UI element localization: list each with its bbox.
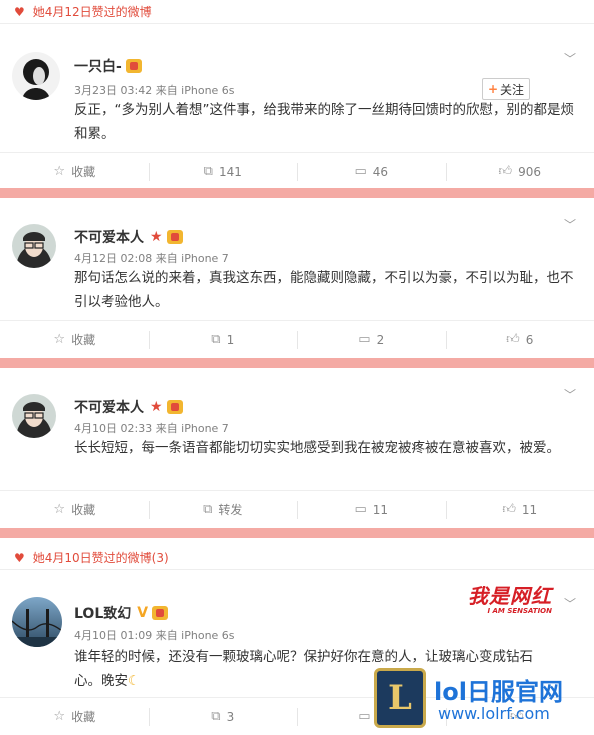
section-header-apr10: ♥ 她4月10日赞过的微博(3) (0, 546, 594, 570)
thumb-up-icon: 👍︎ (502, 502, 516, 517)
heart-icon: ♥ (14, 550, 25, 565)
user-name-text[interactable]: 不可爱本人 (74, 397, 144, 417)
post-actions: ☆ 收藏 ⧉ 转发 ▭ 11 👍︎ 11 (0, 490, 594, 528)
like-button[interactable]: 👍︎ 6 (445, 321, 594, 358)
like-count: 906 (518, 164, 541, 179)
lol-site-url: www.lolrf.com (438, 704, 550, 723)
star-outline-icon: ☆ (53, 332, 66, 347)
like-count: 11 (521, 502, 538, 517)
wanghong-text: 我是网红 (468, 584, 552, 608)
repost-button[interactable]: ⧉ 3 (148, 698, 298, 735)
vip-badge-icon (166, 400, 183, 414)
collect-label: 收藏 (71, 710, 96, 724)
share-icon: ⧉ (211, 332, 221, 347)
post-text: 那句话怎么说的来着，真我这东西，能隐藏则隐藏，不引以为豪，不引以为耻，也不引以考… (74, 270, 574, 310)
collect-label: 收藏 (71, 333, 96, 347)
post-meta: 4月12日 02:08 来自 iPhone 7 (74, 252, 229, 265)
repost-button[interactable]: ⧉ 转发 (148, 491, 298, 528)
like-button[interactable]: 👍︎ 906 (445, 153, 594, 190)
comment-icon: ▭ (354, 502, 367, 517)
user-name-text[interactable]: 不可爱本人 (74, 227, 144, 247)
comment-count: 46 (372, 164, 389, 179)
post-actions: ☆ 收藏 ⧉ 141 ▭ 46 👍︎ 906 (0, 152, 594, 190)
vip-badge-icon (152, 606, 169, 620)
lol-site-title: lol日服官网 (434, 678, 563, 706)
moon-emoji-icon: ☾ (128, 673, 141, 689)
collect-label: 收藏 (71, 503, 96, 517)
thumb-up-icon: 👍︎ (498, 164, 513, 179)
comment-button[interactable]: ▭ 46 (297, 153, 446, 190)
heart-icon: ♥ (14, 4, 25, 19)
plus-icon: + (487, 82, 499, 96)
star-outline-icon: ☆ (53, 709, 66, 724)
chevron-down-icon[interactable]: ﹀ (564, 595, 576, 612)
wanghong-subtext: I AM SENSATION (487, 607, 552, 615)
follow-label: 关注 (500, 82, 525, 97)
collect-button[interactable]: ☆ 收藏 (0, 321, 149, 358)
comment-icon: ▭ (354, 164, 367, 179)
follow-button[interactable]: + 关注 (482, 78, 530, 100)
repost-count: 141 (218, 164, 242, 179)
post-card: 一只白- 3月23日 03:42 来自 iPhone 6s + 关注 ﹀ 反正，… (0, 26, 594, 188)
star-badge-icon: ★ (150, 399, 163, 415)
comment-button[interactable]: ▭ 11 (297, 491, 446, 528)
post-card: 不可爱本人 ★ 4月10日 02:33 来自 iPhone 7 ﹀ 长长短短，每… (0, 368, 594, 528)
post-card: 不可爱本人 ★ 4月12日 02:08 来自 iPhone 7 ﹀ 那句话怎么说… (0, 198, 594, 358)
user-name-text[interactable]: 一只白- (74, 56, 122, 76)
post-text: 长长短短，每一条语音都能切切实实地感受到我在被宠被疼被在意被喜欢，被爱。 (74, 440, 560, 456)
user-name-text[interactable]: LOL致幻 (74, 603, 131, 623)
repost-button[interactable]: ⧉ 1 (148, 321, 298, 358)
comment-count: 2 (376, 332, 385, 347)
repost-button[interactable]: ⧉ 141 (148, 153, 298, 190)
chevron-down-icon[interactable]: ﹀ (564, 216, 576, 233)
post-meta: 3月23日 03:42 来自 iPhone 6s (74, 84, 235, 97)
like-button[interactable]: 👍︎ 11 (445, 491, 594, 528)
user-name[interactable]: 不可爱本人 ★ (74, 227, 183, 247)
share-icon: ⧉ (203, 164, 213, 179)
vip-badge-icon (166, 230, 183, 244)
like-count: 6 (525, 332, 534, 347)
comment-icon: ▭ (358, 332, 371, 347)
user-name[interactable]: LOL致幻 V (74, 603, 169, 623)
section-header-label: 她4月12日赞过的微博 (32, 5, 152, 19)
comment-button[interactable]: ▭ 2 (297, 321, 446, 358)
collect-label: 收藏 (71, 165, 96, 179)
divider (0, 528, 594, 538)
post-actions: ☆ 收藏 ⧉ 1 ▭ 2 👍︎ 6 (0, 320, 594, 358)
avatar[interactable] (12, 394, 56, 438)
lol-logo: L (374, 668, 426, 728)
post-text: 反正，“多为别人着想”这件事，给我带来的除了一丝期待回馈时的欣慰，别的都是烦和累… (74, 102, 574, 142)
avatar[interactable] (12, 597, 62, 647)
star-outline-icon: ☆ (53, 502, 66, 517)
repost-count: 1 (226, 332, 235, 347)
chevron-down-icon[interactable]: ﹀ (564, 386, 576, 403)
repost-label: 转发 (218, 503, 243, 517)
chevron-down-icon[interactable]: ﹀ (564, 50, 576, 67)
collect-button[interactable]: ☆ 收藏 (0, 698, 149, 735)
verified-v-icon: V (137, 605, 149, 621)
vip-badge-icon (125, 59, 142, 73)
share-icon: ⧉ (203, 502, 213, 517)
thumb-up-icon: 👍︎ (506, 332, 520, 347)
user-name[interactable]: 不可爱本人 ★ (74, 397, 183, 417)
user-name[interactable]: 一只白- (74, 56, 142, 76)
divider (0, 188, 594, 198)
repost-count: 3 (226, 709, 235, 724)
section-header-label: 她4月10日赞过的微博(3) (32, 551, 169, 565)
post-meta: 4月10日 01:09 来自 iPhone 6s (74, 629, 235, 642)
section-header-apr12: ♥ 她4月12日赞过的微博 (0, 0, 594, 24)
divider (0, 358, 594, 368)
share-icon: ⧉ (211, 709, 221, 724)
comment-count: 11 (372, 502, 389, 517)
collect-button[interactable]: ☆ 收藏 (0, 491, 149, 528)
post-meta: 4月10日 02:33 来自 iPhone 7 (74, 422, 229, 435)
avatar[interactable] (12, 224, 56, 268)
wanghong-watermark: 我是网红 I AM SENSATION (468, 580, 552, 615)
star-badge-icon: ★ (150, 229, 163, 245)
star-outline-icon: ☆ (53, 164, 66, 179)
avatar[interactable] (12, 52, 60, 100)
comment-icon: ▭ (358, 709, 371, 724)
collect-button[interactable]: ☆ 收藏 (0, 153, 149, 190)
